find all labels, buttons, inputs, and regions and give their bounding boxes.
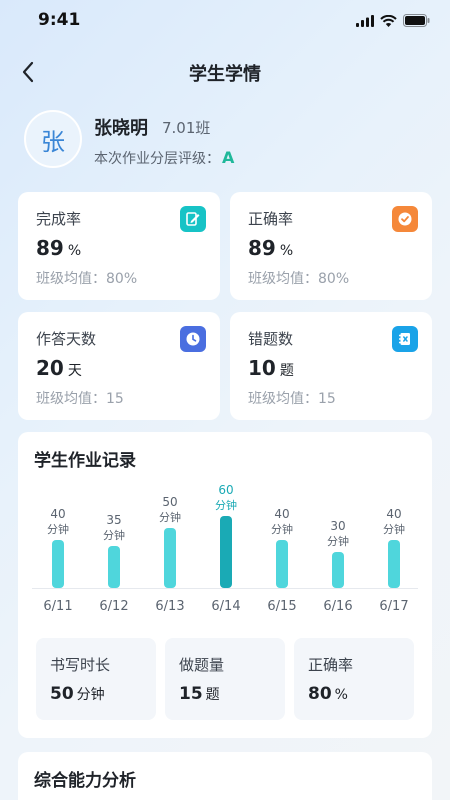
notebook-icon (392, 326, 418, 352)
chart-category-label: 6/13 (155, 599, 184, 614)
chart-category-label: 6/17 (379, 599, 408, 614)
summary-label: 正确率 (308, 656, 354, 674)
chart-bar (52, 540, 64, 588)
homework-record-card: 学生作业记录 40 分钟 6/11 35 分钟 6/12 50 分钟 6/13 60 分钟 6/14 4… (18, 432, 432, 738)
chart-bar (332, 552, 344, 588)
stat-value: 89% (248, 236, 294, 260)
stat-label: 错题数 (248, 330, 294, 348)
chart-value-label: 30 (330, 519, 345, 533)
edit-icon (180, 206, 206, 232)
stat-label: 完成率 (36, 210, 82, 228)
clock-icon (180, 326, 206, 352)
summary-accuracy: 正确率 80% (294, 638, 414, 720)
summary-value: 15 题 (179, 684, 220, 704)
summary-label: 书写时长 (50, 656, 111, 674)
stat-class-average: 班级均值：80% (248, 271, 350, 287)
chart-unit-label: 分钟 (215, 498, 237, 512)
status-icons (356, 14, 430, 27)
stat-value: 10 题 (248, 356, 294, 380)
chart-bar (164, 528, 176, 588)
stat-card-accuracy[interactable]: 正确率 89% 班级均值：80% (230, 192, 432, 300)
stat-label: 作答天数 (36, 330, 97, 348)
stat-value: 89% (36, 236, 82, 260)
chart-value-label: 35 (106, 513, 121, 527)
stat-card-completion[interactable]: 完成率 89% 班级均值：80% (18, 192, 220, 300)
page-title: 学生学情 (189, 64, 261, 85)
chart-unit-label: 分钟 (47, 522, 69, 536)
homework-bar-chart: 40分钟6/1135分钟6/1250分钟6/1360分钟6/1440分钟6/15… (32, 483, 418, 614)
chart-value-label: 50 (162, 495, 177, 509)
section-title: 学生作业记录 (34, 451, 136, 471)
avatar: 张 (24, 110, 82, 168)
chart-unit-label: 分钟 (159, 510, 181, 524)
check-circle-icon (392, 206, 418, 232)
chart-category-label: 6/11 (43, 599, 72, 614)
chart-unit-label: 分钟 (383, 522, 405, 536)
chart-bar (276, 540, 288, 588)
chart-category-label: 6/15 (267, 599, 296, 614)
chart-category-label: 6/12 (99, 599, 128, 614)
chart-unit-label: 分钟 (271, 522, 293, 536)
ability-analysis-card: 综合能力分析 (18, 752, 432, 800)
signal-icon (356, 14, 374, 27)
nav-bar: 学生学情 (0, 52, 450, 92)
status-time: 9:41 (38, 10, 81, 30)
summary-value: 50 分钟 (50, 684, 105, 704)
battery-icon (403, 14, 430, 27)
chart-bar (388, 540, 400, 588)
student-name: 张晓明 (94, 118, 148, 139)
chart-unit-label: 分钟 (103, 528, 125, 542)
chart-value-label: 60 (218, 483, 233, 497)
chart-category-label: 6/16 (323, 599, 352, 614)
stat-value: 20 天 (36, 356, 82, 380)
stat-class-average: 班级均值：15 (36, 391, 124, 407)
chart-category-label: 6/14 (211, 599, 240, 614)
stat-class-average: 班级均值：80% (36, 271, 138, 287)
stat-card-wrong-questions[interactable]: 错题数 10 题 班级均值：15 (230, 312, 432, 420)
chart-value-label: 40 (274, 507, 289, 521)
section-title: 综合能力分析 (34, 771, 136, 791)
chart-unit-label: 分钟 (327, 534, 349, 548)
student-profile: 张 张晓明 7.01班 本次作业分层评级： A (24, 110, 424, 170)
status-bar: 9:41 (0, 0, 450, 44)
grade-line: 本次作业分层评级： A (94, 148, 234, 168)
summary-value: 80% (308, 684, 348, 704)
stat-label: 正确率 (248, 210, 294, 228)
chart-value-label: 40 (386, 507, 401, 521)
wifi-icon (380, 14, 397, 27)
summary-question-count: 做题量 15 题 (165, 638, 285, 720)
stat-card-answer-days[interactable]: 作答天数 20 天 班级均值：15 (18, 312, 220, 420)
grade-value: A (222, 148, 235, 167)
student-class: 7.01班 (162, 119, 211, 137)
chart-value-label: 40 (50, 507, 65, 521)
summary-label: 做题量 (179, 656, 225, 674)
chart-bar (220, 516, 232, 588)
summary-writing-duration: 书写时长 50 分钟 (36, 638, 156, 720)
chart-bar (108, 546, 120, 588)
grade-label: 本次作业分层评级： (94, 151, 220, 167)
stat-class-average: 班级均值：15 (248, 391, 336, 407)
